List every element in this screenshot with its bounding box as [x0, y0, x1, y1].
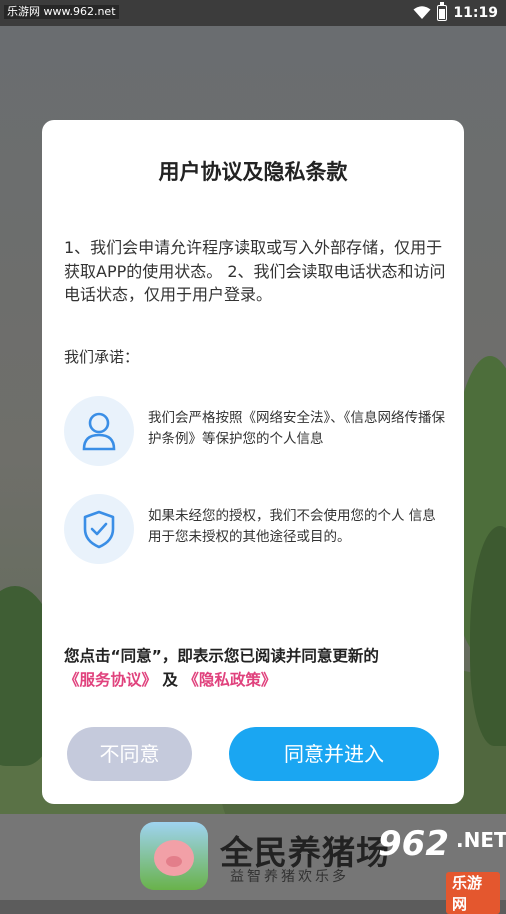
watermark-cn: 乐游网 — [446, 872, 500, 914]
battery-icon — [437, 2, 448, 21]
shield-check-icon — [64, 494, 134, 564]
privacy-dialog: 用户协议及隐私条款 1、我们会申请允许程序读取或写入外部存储，仅用于获取APP的… — [42, 120, 464, 804]
user-icon — [64, 396, 134, 466]
wifi-icon — [413, 6, 431, 19]
watermark-label: 乐游网 www.962.net — [4, 5, 119, 19]
clock-time: 11:19 — [453, 5, 498, 21]
promise-heading: 我们承诺： — [64, 348, 140, 366]
notice-text: 您点击“同意”，即表示您已阅读并同意更新的 — [64, 647, 379, 665]
pig-icon — [154, 840, 194, 876]
status-icons: 11:19 — [413, 2, 498, 23]
feature-item: 如果未经您的授权，我们不会使用您的个人 信息用于您未授权的其他途径或目的。 — [64, 494, 456, 564]
watermark-net: .NET — [456, 828, 506, 852]
feature-item: 我们会严格按照《网络安全法》、《信息网络传播保护条例》等保护您的个人信息 — [64, 396, 456, 466]
privacy-policy-link[interactable]: 《隐私政策》 — [183, 671, 276, 689]
dialog-title: 用户协议及隐私条款 — [158, 160, 348, 184]
agreement-notice: 您点击“同意”，即表示您已阅读并同意更新的 《服务协议》 及 《隐私政策》 — [64, 644, 456, 692]
service-agreement-link[interactable]: 《服务协议》 — [64, 671, 157, 689]
app-logo-icon — [140, 822, 208, 890]
site-watermark: 962 .NET 乐游网 — [370, 824, 506, 914]
feature-text: 如果未经您的授权，我们不会使用您的个人 信息用于您未授权的其他途径或目的。 — [148, 508, 436, 545]
notice-and: 及 — [162, 671, 178, 689]
app-slogan: 益智养猪欢乐多 — [230, 869, 349, 885]
disagree-button[interactable]: 不同意 — [67, 727, 192, 781]
status-bar: 乐游网 www.962.net 11:19 — [0, 0, 506, 26]
feature-text: 我们会严格按照《网络安全法》、《信息网络传播保护条例》等保护您的个人信息 — [148, 410, 445, 447]
watermark-number: 962 — [378, 824, 449, 864]
permission-text: 1、我们会申请允许程序读取或写入外部存储，仅用于获取APP的使用状态。 2、我们… — [64, 238, 446, 304]
agree-button[interactable]: 同意并进入 — [229, 727, 439, 781]
